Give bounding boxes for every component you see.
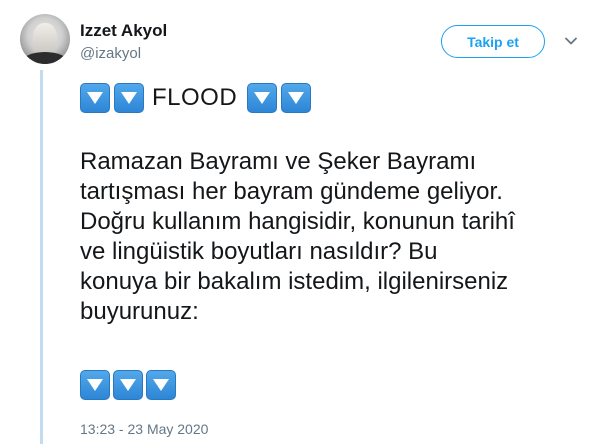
chevron-down-icon[interactable] (564, 34, 578, 48)
down-arrow-button-icon (114, 83, 144, 113)
down-arrow-button-icon (247, 83, 278, 113)
avatar-shoulders (22, 52, 68, 64)
arrows-line (80, 370, 580, 400)
down-arrow-button-icon (80, 83, 110, 113)
author-display-name[interactable]: Izzet Akyol (80, 21, 167, 41)
down-arrow-button-icon (146, 370, 176, 400)
thread-line (40, 70, 43, 444)
tweet-timestamp[interactable]: 13:23 - 23 May 2020 (80, 421, 208, 437)
flood-line: FLOOD (80, 83, 580, 113)
author-handle[interactable]: @izakyol (80, 45, 141, 62)
down-arrow-button-icon (80, 370, 110, 400)
tweet-body: Ramazan Bayramı ve Şeker Bayramı tartışm… (80, 148, 515, 325)
down-arrow-button-icon (281, 83, 312, 113)
flood-word: FLOOD (152, 84, 238, 111)
avatar[interactable] (20, 14, 70, 64)
tweet-card: Izzet Akyol @izakyol Takip et FLOOD Rama… (0, 0, 607, 444)
down-arrow-button-icon (113, 370, 143, 400)
avatar-face (33, 23, 57, 55)
follow-button[interactable]: Takip et (441, 25, 545, 58)
